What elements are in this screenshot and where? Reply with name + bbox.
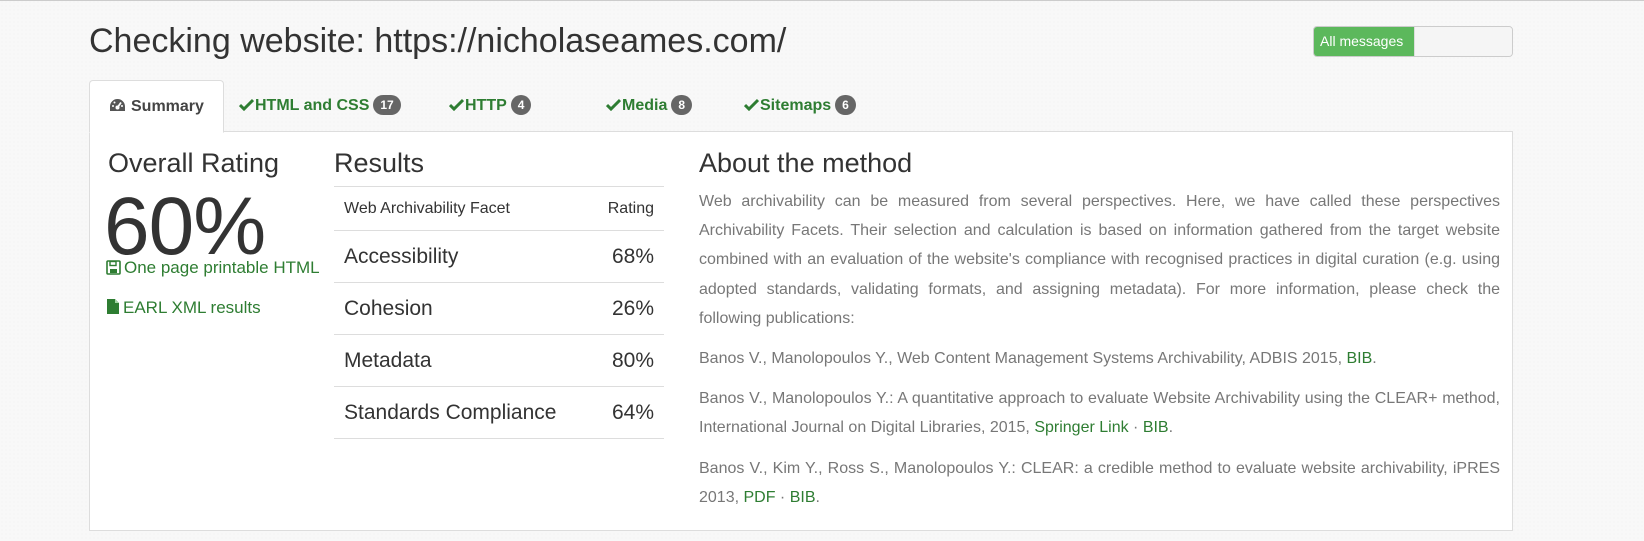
facet-rating: 64% [590, 386, 664, 439]
top-divider [0, 0, 1644, 1]
page-title: Checking website: https://nicholaseames.… [89, 22, 787, 60]
publication-end: . [1168, 419, 1174, 437]
facet-rating: 80% [590, 334, 664, 387]
count-badge: 8 [671, 95, 693, 115]
tab-http[interactable]: HTTP 4 [449, 80, 532, 132]
about-intro: Web archivability can be measured from s… [699, 193, 1500, 327]
bib-link[interactable]: BIB [1346, 350, 1372, 367]
tab-sitemaps[interactable]: Sitemaps 6 [744, 80, 856, 132]
link-separator: · [1128, 419, 1143, 437]
tab-html-css-label: HTML and CSS [255, 97, 370, 114]
facet-rating: 68% [590, 230, 664, 283]
count-badge: 6 [835, 95, 856, 115]
printable-html-link[interactable]: One page printable HTML [106, 258, 320, 278]
overall-rating-title: Overall Rating [108, 148, 280, 178]
link-separator: · [775, 488, 790, 506]
table-row: Cohesion 26% [334, 282, 664, 335]
bib-link[interactable]: BIB [790, 489, 816, 506]
about-method-body: Web archivability can be measured from s… [699, 187, 1500, 523]
results-table: Web Archivability Facet Rating Accessibi… [334, 186, 664, 439]
tab-media-label: Media [622, 97, 668, 114]
publication-3: Banos V., Kim Y., Ross S., Manolopoulos … [699, 454, 1500, 512]
publication-1-text: Banos V., Manolopoulos Y., Web Content M… [699, 350, 1347, 368]
facet-name: Metadata [334, 334, 591, 387]
save-icon [106, 260, 121, 275]
check-icon [606, 98, 621, 111]
summary-panel: Overall Rating 60% One page printable HT… [89, 131, 1513, 531]
check-icon [449, 98, 464, 111]
facet-name: Accessibility [334, 230, 591, 283]
publication-end: . [815, 488, 820, 506]
bib-link[interactable]: BIB [1143, 419, 1169, 436]
rating-column-header: Rating [590, 186, 664, 231]
tab-html-css[interactable]: HTML and CSS 17 [239, 80, 401, 132]
earl-xml-label: EARL XML results [123, 298, 261, 317]
publication-2: Banos V., Manolopoulos Y.: A quantitativ… [699, 384, 1500, 442]
facet-rating: 26% [590, 282, 664, 335]
tab-http-label: HTTP [465, 97, 507, 114]
springer-link[interactable]: Springer Link [1034, 419, 1128, 436]
table-row: Standards Compliance 64% [334, 386, 664, 439]
tab-summary[interactable]: Summary [89, 80, 224, 133]
check-icon [239, 98, 254, 111]
file-icon [107, 299, 119, 314]
facet-name: Cohesion [334, 282, 591, 335]
facet-column-header: Web Archivability Facet [334, 186, 591, 231]
facet-name: Standards Compliance [334, 386, 591, 439]
toggle-handle[interactable] [1414, 27, 1512, 56]
table-header-row: Web Archivability Facet Rating [334, 186, 664, 231]
earl-xml-link[interactable]: EARL XML results [106, 298, 261, 318]
check-icon [744, 98, 759, 111]
table-row: Metadata 80% [334, 334, 664, 387]
tab-bar: Summary HTML and CSS 17 HTTP 4 Media 8 Site… [89, 80, 1513, 133]
toggle-label: All messages [1314, 27, 1414, 56]
tab-summary-label: Summary [131, 98, 204, 115]
table-row: Accessibility 68% [334, 230, 664, 283]
dashboard-icon [110, 99, 125, 111]
printable-html-label: One page printable HTML [124, 258, 320, 277]
pdf-link[interactable]: PDF [743, 489, 775, 506]
about-method-title: About the method [699, 148, 913, 178]
count-badge: 17 [373, 95, 401, 115]
tab-media[interactable]: Media 8 [606, 80, 693, 132]
publication-end: . [1372, 350, 1377, 368]
publication-1: Banos V., Manolopoulos Y., Web Content M… [699, 344, 1500, 373]
count-badge: 4 [510, 95, 532, 115]
results-title: Results [334, 148, 425, 178]
tab-sitemaps-label: Sitemaps [760, 97, 832, 114]
all-messages-toggle[interactable]: All messages [1313, 26, 1513, 57]
